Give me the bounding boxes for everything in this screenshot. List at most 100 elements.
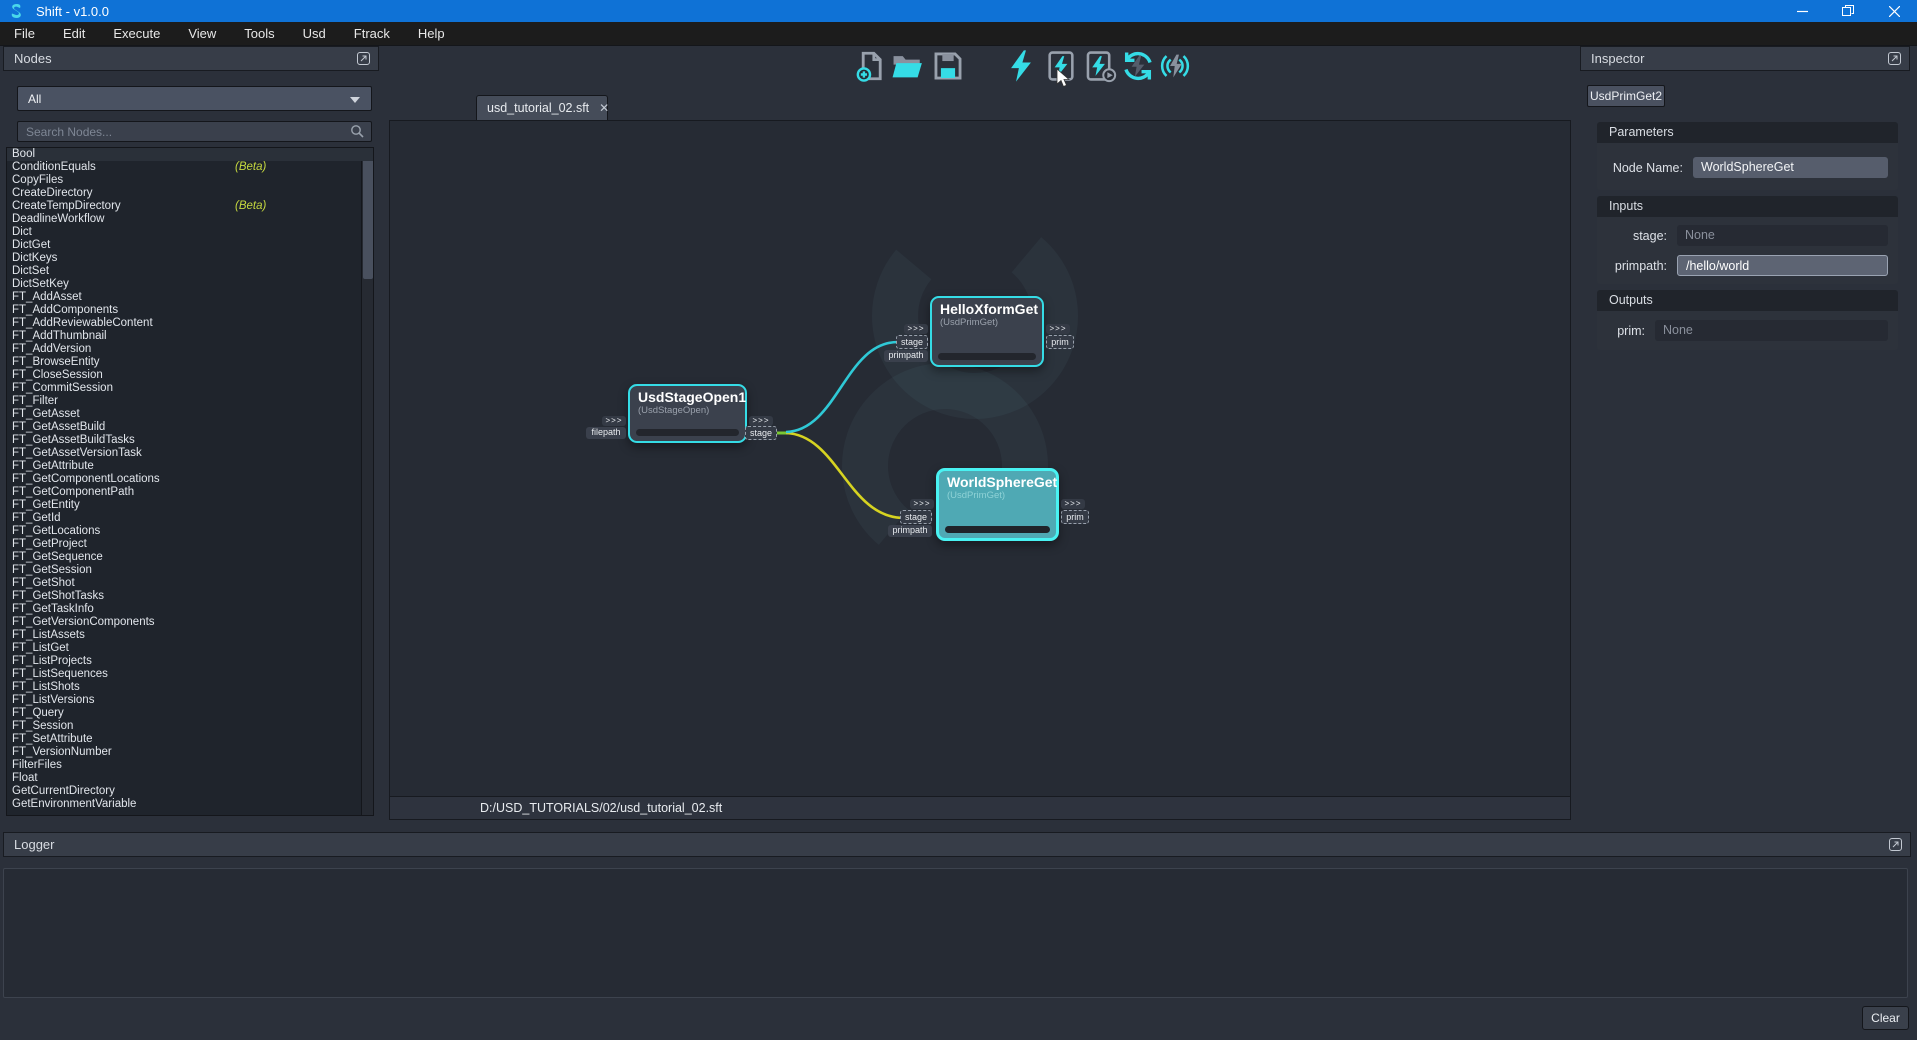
minimize-button[interactable]: [1779, 0, 1825, 22]
list-item[interactable]: FT_ListAssets: [7, 629, 373, 642]
list-item[interactable]: FT_GetComponentLocations: [7, 473, 373, 486]
list-item[interactable]: FT_Session: [7, 720, 373, 733]
popout-icon[interactable]: [1889, 838, 1902, 851]
node-graph-canvas[interactable]: UsdStageOpen1 (UsdStageOpen) >>> filepat…: [389, 120, 1571, 797]
inspector-node-tab[interactable]: UsdPrimGet2: [1587, 85, 1665, 107]
menu-edit[interactable]: Edit: [49, 22, 99, 46]
list-item[interactable]: FT_GetShot: [7, 577, 373, 590]
list-item[interactable]: FT_ListVersions: [7, 694, 373, 707]
exec-in-port[interactable]: >>>: [904, 324, 928, 334]
list-item[interactable]: FT_GetAsset: [7, 408, 373, 421]
list-item[interactable]: CreateTempDirectory(Beta): [7, 200, 373, 213]
clear-log-button[interactable]: Clear: [1862, 1006, 1909, 1030]
list-item[interactable]: CreateDirectory: [7, 187, 373, 200]
list-item[interactable]: ConditionEquals(Beta): [7, 161, 373, 174]
inspector-node-tab-label: UsdPrimGet2: [1590, 89, 1662, 103]
port-primpath-input[interactable]: primpath: [888, 525, 932, 537]
node-filter-dropdown[interactable]: All: [17, 86, 372, 111]
list-item[interactable]: FT_GetAssetBuildTasks: [7, 434, 373, 447]
list-item[interactable]: Bool: [7, 148, 373, 161]
list-item[interactable]: FT_GetSession: [7, 564, 373, 577]
port-prim-output[interactable]: prim: [1046, 335, 1074, 349]
list-item[interactable]: DictGet: [7, 239, 373, 252]
execute-button[interactable]: [1003, 49, 1039, 85]
list-item[interactable]: FT_ListProjects: [7, 655, 373, 668]
list-item[interactable]: FT_AddReviewableContent: [7, 317, 373, 330]
new-graph-button[interactable]: [853, 49, 889, 85]
popout-icon[interactable]: [1888, 52, 1901, 65]
list-item[interactable]: FT_GetId: [7, 512, 373, 525]
graph-node-worldsphereget[interactable]: WorldSphereGet (UsdPrimGet): [936, 468, 1059, 541]
open-graph-button[interactable]: [889, 49, 925, 85]
close-button[interactable]: [1871, 0, 1917, 22]
list-item[interactable]: DictSet: [7, 265, 373, 278]
menu-execute[interactable]: Execute: [99, 22, 174, 46]
graph-node-helloxformget[interactable]: HelloXformGet (UsdPrimGet): [930, 296, 1044, 367]
list-item[interactable]: FT_Filter: [7, 395, 373, 408]
list-item[interactable]: FT_GetAssetVersionTask: [7, 447, 373, 460]
port-prim-output[interactable]: prim: [1061, 510, 1089, 524]
port-stage-input[interactable]: stage: [900, 510, 932, 524]
menu-usd[interactable]: Usd: [289, 22, 340, 46]
exec-out-port[interactable]: >>>: [749, 416, 773, 426]
list-item[interactable]: FT_GetComponentPath: [7, 486, 373, 499]
list-item[interactable]: FT_SetAttribute: [7, 733, 373, 746]
list-item[interactable]: GetEnvironmentVariable: [7, 798, 373, 811]
list-item[interactable]: DeadlineWorkflow: [7, 213, 373, 226]
list-item[interactable]: FT_CloseSession: [7, 369, 373, 382]
menu-file[interactable]: File: [0, 22, 49, 46]
list-item[interactable]: FT_GetVersionComponents: [7, 616, 373, 629]
list-item[interactable]: FT_ListSequences: [7, 668, 373, 681]
list-item[interactable]: FT_GetAssetBuild: [7, 421, 373, 434]
list-item[interactable]: FT_AddThumbnail: [7, 330, 373, 343]
list-item[interactable]: Float: [7, 772, 373, 785]
list-item[interactable]: FT_CommitSession: [7, 382, 373, 395]
list-item[interactable]: FT_VersionNumber: [7, 746, 373, 759]
port-stage-input[interactable]: stage: [896, 335, 928, 349]
menu-help[interactable]: Help: [404, 22, 459, 46]
list-item[interactable]: FT_GetTaskInfo: [7, 603, 373, 616]
list-item[interactable]: DictKeys: [7, 252, 373, 265]
list-item[interactable]: FT_AddAsset: [7, 291, 373, 304]
exec-in-port[interactable]: >>>: [602, 416, 626, 426]
graph-node-usdstageopen1[interactable]: UsdStageOpen1 (UsdStageOpen): [628, 384, 747, 443]
menu-tools[interactable]: Tools: [230, 22, 288, 46]
port-stage-output[interactable]: stage: [745, 426, 777, 440]
list-item[interactable]: CopyFiles: [7, 174, 373, 187]
tab-close-icon[interactable]: ✕: [599, 101, 609, 115]
list-item[interactable]: FT_GetShotTasks: [7, 590, 373, 603]
logger-output[interactable]: [3, 868, 1908, 998]
list-item[interactable]: FilterFiles: [7, 759, 373, 772]
primpath-field[interactable]: /hello/world: [1677, 255, 1888, 276]
exec-out-port[interactable]: >>>: [1046, 324, 1070, 334]
list-item[interactable]: FT_AddComponents: [7, 304, 373, 317]
refresh-execute-button[interactable]: [1120, 49, 1156, 85]
list-item[interactable]: FT_GetLocations: [7, 525, 373, 538]
list-item[interactable]: FT_AddVersion: [7, 343, 373, 356]
execute-to-node-button[interactable]: [1082, 49, 1118, 85]
port-filepath-input[interactable]: filepath: [586, 427, 626, 439]
exec-out-port[interactable]: >>>: [1061, 499, 1085, 509]
restore-button[interactable]: [1825, 0, 1871, 22]
graph-tab[interactable]: usd_tutorial_02.sft ✕: [476, 95, 608, 120]
list-item[interactable]: Dict: [7, 226, 373, 239]
list-item[interactable]: FT_ListShots: [7, 681, 373, 694]
port-primpath-input[interactable]: primpath: [884, 350, 928, 362]
save-graph-button[interactable]: [930, 49, 966, 85]
list-item[interactable]: FT_Query: [7, 707, 373, 720]
menu-ftrack[interactable]: Ftrack: [340, 22, 404, 46]
menu-view[interactable]: View: [174, 22, 230, 46]
list-item[interactable]: FT_GetSequence: [7, 551, 373, 564]
live-execute-button[interactable]: [1157, 49, 1193, 85]
list-item[interactable]: FT_GetProject: [7, 538, 373, 551]
list-item[interactable]: DictSetKey: [7, 278, 373, 291]
list-item[interactable]: FT_BrowseEntity: [7, 356, 373, 369]
list-item[interactable]: FT_GetAttribute: [7, 460, 373, 473]
search-input[interactable]: [18, 125, 350, 139]
list-item[interactable]: GetCurrentDirectory: [7, 785, 373, 798]
popout-icon[interactable]: [357, 52, 370, 65]
node-name-field[interactable]: WorldSphereGet: [1693, 157, 1888, 178]
list-item[interactable]: FT_ListGet: [7, 642, 373, 655]
exec-in-port[interactable]: >>>: [910, 499, 934, 509]
list-item[interactable]: FT_GetEntity: [7, 499, 373, 512]
